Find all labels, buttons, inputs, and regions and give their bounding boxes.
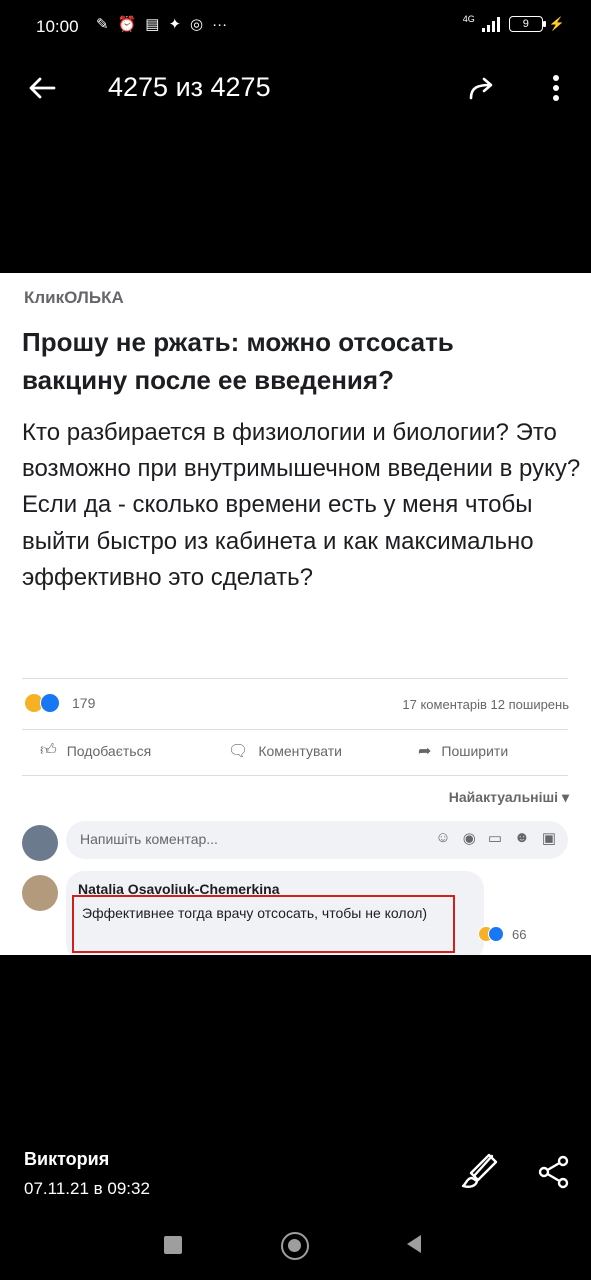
author-name: Виктория bbox=[24, 1149, 110, 1169]
instagram-icon: ◎ bbox=[190, 16, 204, 33]
divider bbox=[22, 729, 568, 730]
post-image[interactable]: КликОЛЬКА Прошу не ржать: можно отсосать… bbox=[0, 273, 591, 955]
bag-icon: ▣ bbox=[541, 830, 556, 847]
comment-reaction-count: 66 bbox=[512, 926, 527, 942]
charging-icon: ⚡ bbox=[548, 16, 565, 31]
sticker-icon: ☻ bbox=[514, 829, 530, 846]
highlighted-comment: Эффективнее тогда врачу отсосать, чтобы … bbox=[72, 895, 455, 953]
like-reaction-icon bbox=[488, 926, 504, 942]
share-button[interactable] bbox=[536, 1152, 572, 1192]
comment-input-icons: ☺ ◉ ▭ ☻ ▣ bbox=[435, 829, 556, 847]
like-label: Подобається bbox=[66, 742, 152, 759]
status-bar: 10:00 ✎ ⏰ ▤ ✦ ◎ ··· 4G 9 ⚡ bbox=[0, 0, 591, 56]
battery-icon: 9 bbox=[508, 16, 546, 32]
comment-share-counts: 17 коментарів 12 поширень bbox=[402, 697, 569, 712]
comment-label: Коментувати bbox=[258, 743, 342, 759]
smiley-icon: ☺ bbox=[435, 829, 451, 846]
post-body: Кто разбирается в физиологии и биологии?… bbox=[22, 419, 581, 591]
camera-icon: ◉ bbox=[462, 830, 476, 847]
nav-back-button[interactable] bbox=[407, 1235, 421, 1253]
sort-selector: Найактуальніші ▾ bbox=[449, 789, 569, 806]
system-nav-bar bbox=[0, 1218, 591, 1280]
post-source: КликОЛЬКА bbox=[24, 288, 124, 307]
battery-level: 9 bbox=[522, 18, 529, 30]
recent-apps-button[interactable] bbox=[164, 1236, 182, 1254]
comment-bubble-icon: 🗨︎ bbox=[228, 743, 249, 760]
more-options-button[interactable] bbox=[536, 68, 576, 108]
forward-button[interactable] bbox=[462, 68, 502, 108]
wrench-icon: ✎ bbox=[96, 16, 109, 33]
system-icons: 4G 9 ⚡ bbox=[462, 14, 565, 32]
post-headline: Прошу не ржать: можно отсосать вакцину п… bbox=[22, 327, 454, 395]
sort-label: Найактуальніші bbox=[448, 789, 559, 805]
post-actions: 👍︎ Подобається 🗨︎ Коментувати ➦ Поширити bbox=[0, 741, 591, 765]
share-icon bbox=[538, 1155, 569, 1189]
network-label: 4G bbox=[462, 14, 475, 24]
twitter-icon: ✦ bbox=[168, 16, 182, 33]
author-date: 07.11.21 в 09:32 bbox=[24, 1179, 150, 1198]
app-header: 4275 из 4275 bbox=[0, 56, 591, 120]
page-title: 4275 из 4275 bbox=[108, 72, 271, 102]
message-icon: ▤ bbox=[145, 16, 160, 33]
edit-button[interactable] bbox=[458, 1150, 502, 1194]
notification-icons: ✎ ⏰ ▤ ✦ ◎ ··· bbox=[96, 16, 227, 34]
comment-reactions: 66 bbox=[478, 926, 526, 942]
share-label: Поширити bbox=[441, 743, 509, 759]
back-button[interactable] bbox=[22, 68, 62, 108]
comment-action: 🗨︎ Коментувати bbox=[228, 741, 342, 761]
comment-input: Напишіть коментар... ☺ ◉ ▭ ☻ ▣ bbox=[66, 821, 568, 859]
comment-placeholder: Напишіть коментар... bbox=[80, 831, 218, 847]
more-dots-icon: ··· bbox=[212, 16, 228, 33]
thumbs-up-icon: 👍︎ bbox=[40, 742, 57, 759]
user-avatar bbox=[22, 825, 58, 861]
signal-icon bbox=[481, 17, 500, 32]
caret-down-icon: ▾ bbox=[561, 789, 569, 805]
post-reactions: 179 bbox=[24, 693, 95, 713]
brush-icon bbox=[461, 1153, 498, 1188]
commenter-avatar bbox=[22, 875, 58, 911]
status-time: 10:00 bbox=[36, 17, 79, 36]
divider bbox=[22, 678, 568, 679]
like-reaction-icon bbox=[40, 693, 60, 713]
divider bbox=[22, 775, 568, 776]
share-action: ➦ Поширити bbox=[418, 741, 508, 761]
gif-icon: ▭ bbox=[487, 830, 503, 847]
reaction-count: 179 bbox=[72, 695, 96, 711]
alarm-icon: ⏰ bbox=[117, 16, 137, 33]
comment-text: Эффективнее тогда врачу отсосать, чтобы … bbox=[82, 905, 428, 921]
forward-arrow-icon bbox=[469, 77, 493, 100]
share-arrow-icon: ➦ bbox=[418, 743, 432, 760]
arrow-left-icon bbox=[29, 77, 56, 99]
home-button[interactable] bbox=[281, 1232, 309, 1260]
more-vertical-icon bbox=[553, 75, 559, 101]
like-action: 👍︎ Подобається bbox=[40, 741, 151, 760]
